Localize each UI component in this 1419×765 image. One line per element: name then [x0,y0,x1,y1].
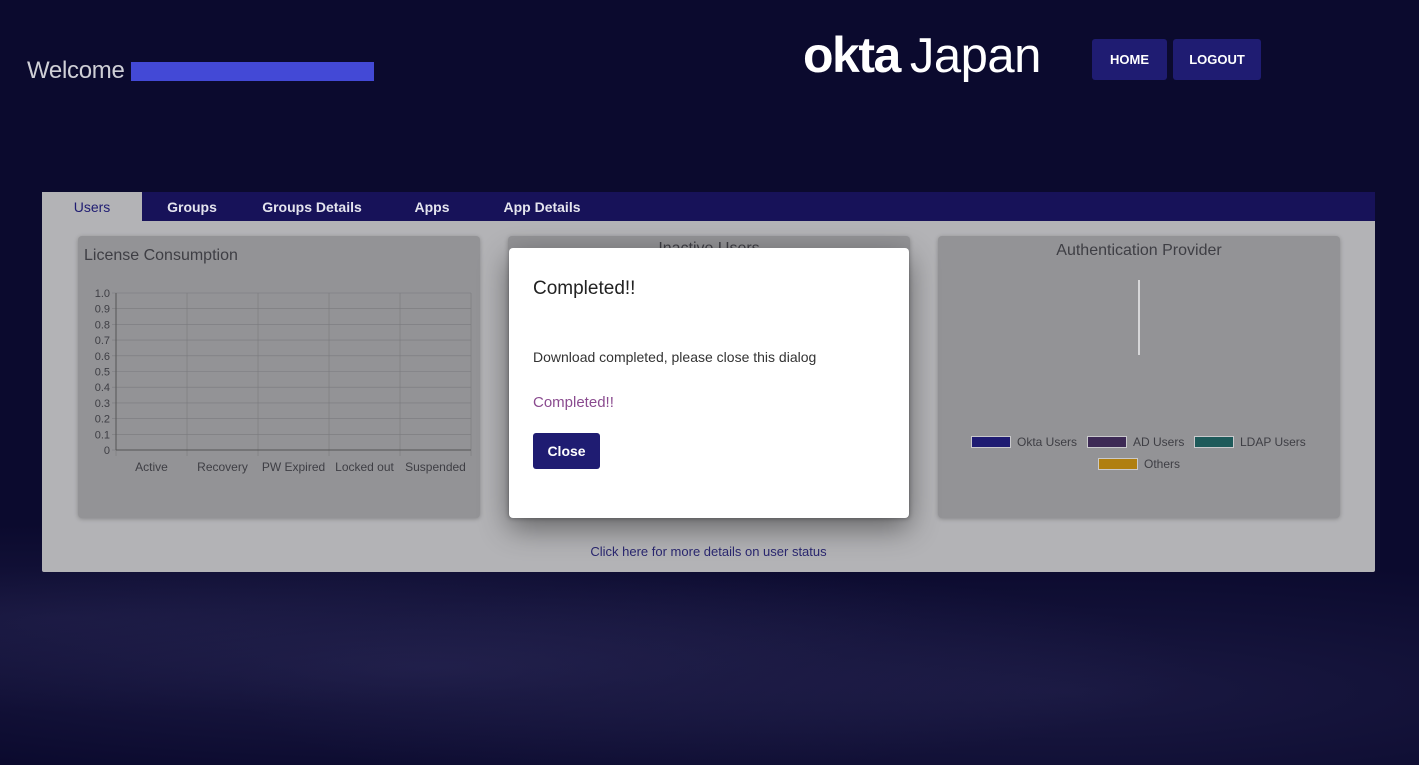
legend-label: Okta Users [1017,435,1078,449]
license-consumption-card: License Consumption 0 0.1 0.2 0.3 0.4 0.5 0.6 0… [78,236,480,518]
legend-others[interactable]: Others [1098,457,1180,471]
dialog-message: Download completed, please close this di… [533,349,817,365]
logo-okta-text: okta [803,27,901,83]
pie-chart-empty [1138,280,1140,355]
completed-dialog: Completed!! Download completed, please c… [509,248,909,518]
tab-apps[interactable]: Apps [402,192,462,221]
y-tick-label: 0.9 [95,304,110,316]
y-tick-label: 0.3 [95,398,110,410]
legend-label: Others [1144,457,1181,471]
welcome-text: Welcome [27,57,125,84]
logout-button[interactable]: LOGOUT [1173,39,1261,80]
legend-swatch [971,436,1011,448]
logo-japan-text: Japan [909,29,1042,83]
legend-label: AD Users [1133,435,1185,449]
y-tick-label: 0.5 [95,367,110,379]
okta-japan-logo: okta Japan [803,26,1041,86]
legend-ldap-users[interactable]: LDAP Users [1194,435,1306,449]
close-button[interactable]: Close [533,433,600,469]
y-tick-label: 0.4 [95,382,110,394]
x-tick-label: PW Expired [262,460,325,474]
tab-app-details[interactable]: App Details [492,192,592,221]
license-bar-chart: 0 0.1 0.2 0.3 0.4 0.5 0.6 0.7 0.8 0.9 1.0 Active Rec… [95,288,472,474]
y-tick-label: 0.2 [95,414,110,426]
home-button[interactable]: HOME [1092,39,1167,80]
dialog-title: Completed!! [533,278,636,299]
legend-swatch [1087,436,1127,448]
legend-swatch [1098,458,1138,470]
legend-ad-users[interactable]: AD Users [1087,435,1184,449]
legend-label: LDAP Users [1240,435,1306,449]
x-tick-label: Active [135,460,168,474]
y-tick-label: 0 [104,445,110,457]
legend-swatch [1194,436,1234,448]
auth-provider-title: Authentication Provider [1056,242,1222,259]
tab-groups-details[interactable]: Groups Details [252,192,372,221]
x-tick-label: Recovery [197,460,248,474]
y-tick-label: 0.7 [95,335,110,347]
authentication-provider-card: Authentication Provider Okta Users AD Us… [938,236,1340,518]
y-tick-label: 0.8 [95,319,110,331]
dialog-status: Completed!! [533,394,614,411]
user-status-details-link[interactable]: Click here for more details on user stat… [42,544,1375,559]
tab-bar: Users Groups Groups Details Apps App Det… [42,192,1375,221]
legend-okta-users[interactable]: Okta Users [971,435,1077,449]
tab-users[interactable]: Users [42,192,142,221]
x-tick-label: Locked out [335,460,394,474]
y-tick-label: 0.6 [95,351,110,363]
tab-groups[interactable]: Groups [142,192,242,221]
redacted-username [131,62,374,81]
y-tick-label: 0.1 [95,429,110,441]
x-tick-label: Suspended [405,460,466,474]
y-tick-label: 1.0 [95,288,110,300]
